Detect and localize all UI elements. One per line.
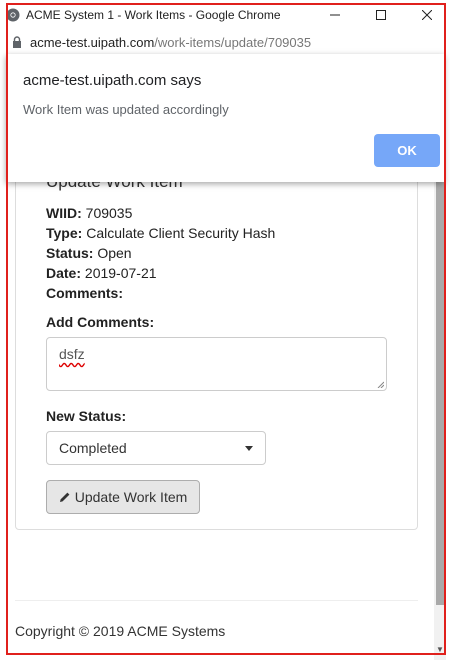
- lock-icon: [13, 36, 21, 48]
- field-label: WIID:: [46, 205, 82, 221]
- dialog-title: acme-test.uipath.com says: [23, 72, 202, 89]
- window-titlebar: ACME System 1 - Work Items - Google Chro…: [0, 0, 450, 30]
- minimize-icon: [330, 14, 340, 16]
- update-work-item-button[interactable]: Update Work Item: [46, 480, 200, 514]
- field-label: Type:: [46, 225, 83, 241]
- close-button[interactable]: [404, 0, 450, 30]
- close-icon: [422, 10, 432, 20]
- pencil-icon: [59, 492, 70, 502]
- field-value: Calculate Client Security Hash: [86, 225, 276, 241]
- field-type: Type: Calculate Client Security Hash: [46, 225, 275, 241]
- new-status-value: Completed: [59, 440, 127, 456]
- field-label: Date:: [46, 265, 82, 281]
- field-value: 2019-07-21: [84, 265, 157, 281]
- ok-button[interactable]: OK: [374, 134, 440, 167]
- minimize-button[interactable]: [312, 0, 358, 30]
- field-wiid: WIID: 709035: [46, 205, 132, 221]
- dialog-message: Work Item was updated accordingly: [23, 102, 229, 117]
- window-title: ACME System 1 - Work Items - Google Chro…: [26, 8, 281, 22]
- footer-copyright: Copyright © 2019 ACME Systems: [15, 623, 226, 639]
- field-value: 709035: [85, 205, 133, 221]
- field-comments: Comments:: [46, 285, 123, 301]
- maximize-button[interactable]: [358, 0, 404, 30]
- address-bar[interactable]: acme-test.uipath.com/work-items/update/7…: [0, 30, 450, 54]
- maximize-icon: [376, 10, 386, 20]
- resize-grip-icon[interactable]: [376, 380, 384, 388]
- add-comments-textarea[interactable]: dsfz: [46, 337, 387, 391]
- field-label: Status:: [46, 245, 94, 261]
- url-path: /work-items/update/709035: [154, 34, 312, 50]
- scrollbar-thumb[interactable]: [436, 120, 444, 605]
- new-status-label: New Status:: [46, 408, 127, 424]
- url-host: acme-test.uipath.com: [30, 34, 155, 50]
- field-value: Open: [97, 245, 132, 261]
- scroll-down-arrow-icon[interactable]: ▼: [435, 645, 445, 655]
- chevron-down-icon: [245, 446, 253, 451]
- footer-divider: [15, 600, 418, 601]
- comments-text: dsfz: [59, 346, 85, 362]
- update-button-label: Update Work Item: [74, 489, 188, 505]
- field-status: Status: Open: [46, 245, 132, 261]
- field-date: Date: 2019-07-21: [46, 265, 157, 281]
- new-status-select[interactable]: Completed: [46, 431, 266, 465]
- add-comments-label: Add Comments:: [46, 314, 155, 330]
- field-label: Comments:: [46, 285, 124, 301]
- alert-dialog: acme-test.uipath.com says Work Item was …: [6, 54, 444, 182]
- chrome-icon: [6, 8, 20, 22]
- url-text: acme-test.uipath.com/work-items/update/7…: [30, 35, 311, 50]
